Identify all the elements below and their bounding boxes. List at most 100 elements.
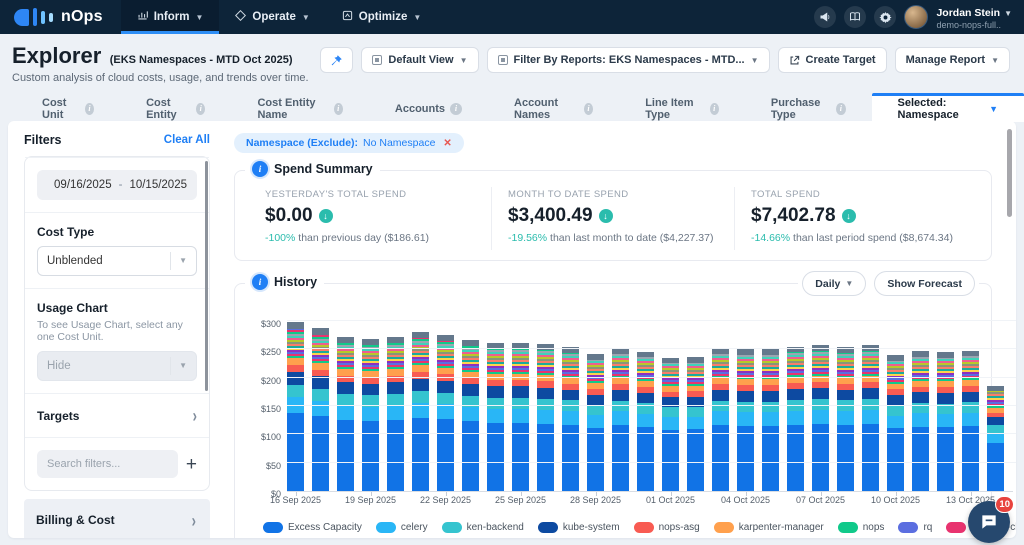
stacked-bar-25-sep-2025[interactable] (512, 343, 529, 491)
stacked-bar-21-sep-2025[interactable] (412, 332, 429, 491)
stacked-bar-05-oct-2025[interactable] (762, 349, 779, 491)
info-icon[interactable]: i (584, 103, 593, 115)
segment-excess-capacity (362, 421, 379, 491)
nav-menu-operate[interactable]: Operate▼ (219, 0, 325, 34)
stacked-bar-01-oct-2025[interactable] (662, 358, 679, 491)
info-icon[interactable]: i (450, 103, 462, 115)
chevron-down-icon: ▼ (195, 13, 203, 22)
segment-others-mixed (462, 346, 479, 372)
tab-line-item-type[interactable]: Line Item Typei (619, 95, 745, 122)
info-icon[interactable]: i (196, 103, 205, 115)
content-scrollbar[interactable] (1007, 129, 1012, 217)
stacked-bar-08-oct-2025[interactable] (837, 347, 854, 491)
stacked-bar-06-oct-2025[interactable] (787, 347, 804, 491)
stacked-bar-18-sep-2025[interactable] (337, 337, 354, 491)
legend-item-excess-capacity[interactable]: Excess Capacity (263, 522, 362, 533)
stacked-bar-20-sep-2025[interactable] (387, 337, 404, 491)
tab-cost-unit[interactable]: Cost Uniti (16, 95, 120, 122)
chevron-down-icon: ▼ (989, 104, 998, 114)
stacked-bar-09-oct-2025[interactable] (862, 345, 879, 491)
nops-logo[interactable]: nOps (0, 0, 121, 34)
namespace-filter-chip[interactable]: Namespace (Exclude): No Namespace ✕ (234, 133, 464, 153)
stacked-bar-29-sep-2025[interactable] (612, 348, 629, 491)
stacked-bar-19-sep-2025[interactable] (362, 339, 379, 491)
tab-purchase-type[interactable]: Purchase Typei (745, 95, 872, 122)
usage-chart-select[interactable]: Hide ▼ (37, 351, 197, 381)
stacked-bar-27-sep-2025[interactable] (562, 347, 579, 491)
segment-kube-system (387, 382, 404, 394)
stacked-bar-24-sep-2025[interactable] (487, 343, 504, 491)
stacked-bar-11-oct-2025[interactable] (912, 351, 929, 491)
sidebar-scrollbar[interactable] (205, 161, 208, 391)
default-view-dropdown[interactable]: Default View ▼ (361, 47, 478, 73)
tab-cost-entity-name[interactable]: Cost Entity Namei (231, 95, 368, 122)
tab-account-names[interactable]: Account Namesi (488, 95, 619, 122)
legend-item-karpenter-manager[interactable]: karpenter-manager (714, 522, 824, 533)
filter-by-reports-dropdown[interactable]: Filter By Reports: EKS Namespaces - MTD.… (487, 47, 770, 73)
inform-icon (137, 10, 148, 24)
chat-launcher[interactable]: 10 (968, 501, 1010, 543)
info-icon[interactable]: i (334, 103, 343, 115)
legend-item-nops-asg[interactable]: nops-asg (634, 522, 700, 533)
usage-chart-help: To see Usage Chart, select any one Cost … (37, 319, 197, 343)
legend-item-rq[interactable]: rq (898, 522, 932, 533)
stacked-bar-04-oct-2025[interactable] (737, 349, 754, 491)
segment-ken-backend (612, 401, 629, 412)
segment-celery (787, 411, 804, 425)
tab-accounts[interactable]: Accountsi (369, 95, 488, 122)
stacked-bar-30-sep-2025[interactable] (637, 352, 654, 491)
search-filters-input[interactable]: Search filters... (37, 450, 178, 478)
stacked-bar-23-sep-2025[interactable] (462, 340, 479, 491)
add-filter-button[interactable]: + (186, 455, 197, 474)
info-icon[interactable]: i (252, 274, 268, 290)
stacked-bar-07-oct-2025[interactable] (812, 345, 829, 491)
cost-type-select[interactable]: Unblended ▼ (37, 246, 197, 276)
stacked-bar-14-oct-2025[interactable] (987, 386, 1004, 491)
pin-button[interactable] (320, 47, 353, 73)
user-menu[interactable]: Jordan Stein▼ demo-nops-full.. (936, 3, 1012, 30)
segment-excess-capacity (287, 413, 304, 491)
date-range-picker[interactable]: 09/16/2025 - 10/15/2025 (37, 170, 197, 200)
logo-bar-icon (33, 8, 37, 26)
targets-row[interactable]: Targets › (37, 406, 197, 425)
create-target-button[interactable]: Create Target (778, 47, 887, 73)
segment-nops-asg (412, 372, 429, 379)
chevron-down-icon: ▼ (302, 13, 310, 22)
tab-cost-entity[interactable]: Cost Entityi (120, 95, 231, 122)
docs-button[interactable] (844, 6, 866, 28)
segment-others-mixed (537, 350, 554, 375)
info-icon[interactable]: i (836, 103, 845, 115)
settings-button[interactable] (874, 6, 896, 28)
segment-ken-backend (712, 401, 729, 412)
stacked-bar-26-sep-2025[interactable] (537, 344, 554, 491)
stacked-bar-10-oct-2025[interactable] (887, 355, 904, 491)
stacked-bar-03-oct-2025[interactable] (712, 348, 729, 491)
user-avatar[interactable] (904, 5, 928, 29)
stacked-bar-17-sep-2025[interactable] (312, 328, 329, 491)
stacked-bar-12-oct-2025[interactable] (937, 352, 954, 491)
info-icon[interactable]: i (85, 103, 94, 115)
y-axis-tick: $300 (247, 319, 281, 329)
info-icon[interactable]: i (710, 103, 719, 115)
nav-menu-inform[interactable]: Inform▼ (121, 0, 220, 34)
legend-label: Excess Capacity (288, 522, 362, 533)
segment-celery (812, 410, 829, 424)
remove-chip-icon[interactable]: ✕ (443, 138, 451, 149)
filter-section-billing-cost[interactable]: Billing & Cost› (24, 499, 210, 538)
nav-menu-optimize[interactable]: Optimize▼ (326, 0, 437, 34)
announcements-button[interactable] (814, 6, 836, 28)
segment-ken-backend (762, 402, 779, 413)
tab-selected-namespace[interactable]: Selected: Namespace▼ (872, 93, 1024, 122)
stacked-bar-22-sep-2025[interactable] (437, 335, 454, 491)
legend-item-celery[interactable]: celery (376, 522, 428, 533)
stacked-bar-13-oct-2025[interactable] (962, 351, 979, 491)
legend-item-nops[interactable]: nops (838, 522, 885, 533)
granularity-dropdown[interactable]: Daily ▼ (802, 271, 866, 296)
stacked-bar-28-sep-2025[interactable] (587, 354, 604, 491)
manage-report-dropdown[interactable]: Manage Report ▼ (895, 47, 1010, 73)
show-forecast-button[interactable]: Show Forecast (874, 271, 975, 296)
legend-item-kube-system[interactable]: kube-system (538, 522, 620, 533)
info-icon[interactable]: i (252, 161, 268, 177)
legend-item-ken-backend[interactable]: ken-backend (442, 522, 524, 533)
clear-all-link[interactable]: Clear All (164, 134, 210, 146)
